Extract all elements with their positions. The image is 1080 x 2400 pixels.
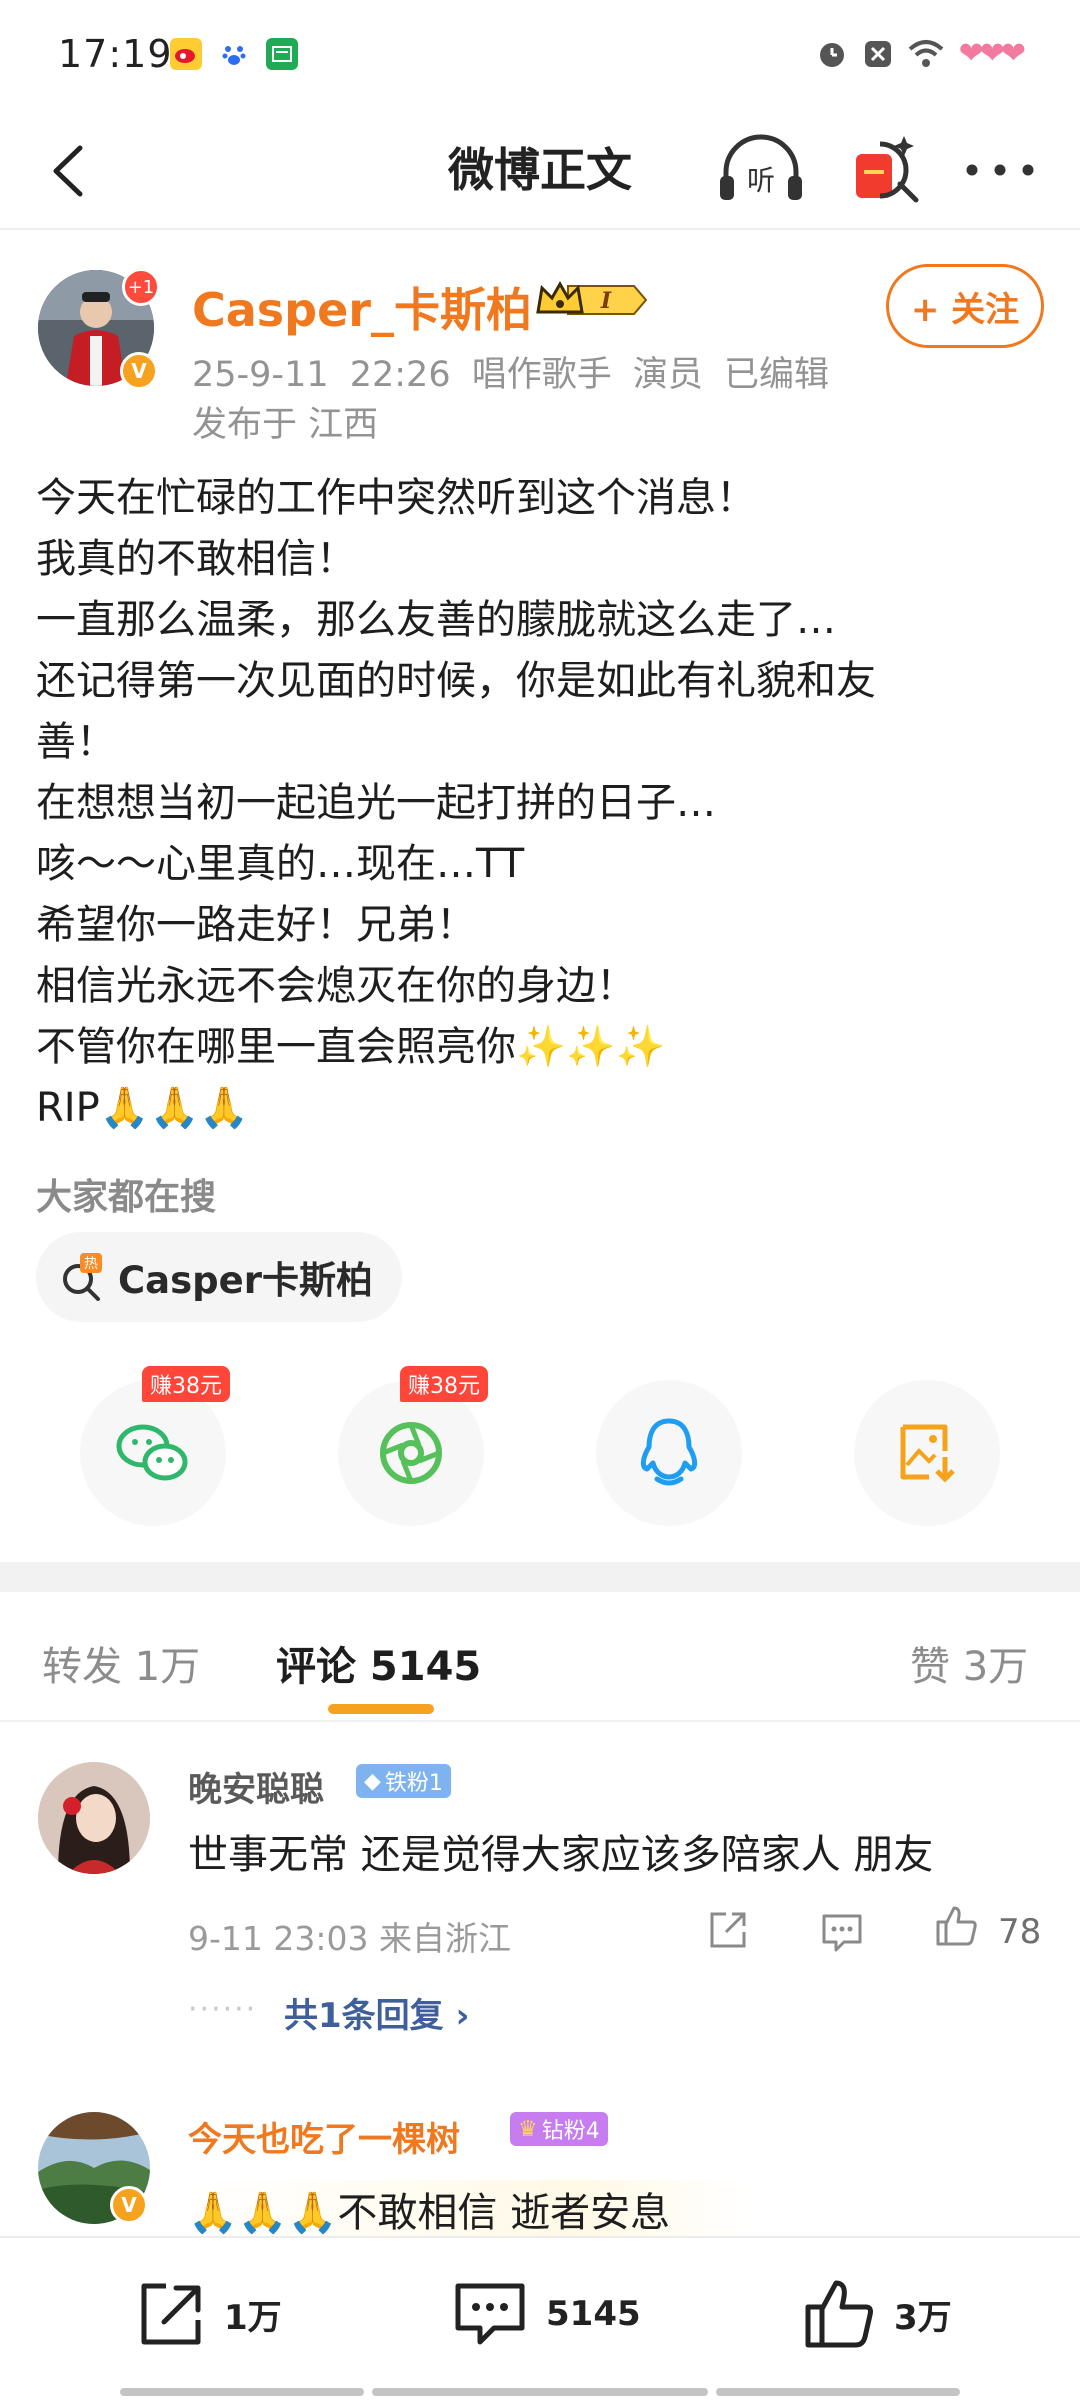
comment-like-icon[interactable] [932,1902,980,1950]
red-packet-icon[interactable] [846,126,926,212]
post-line: 希望你一路走好！兄弟！ [36,902,476,948]
status-time: 17:19 [58,32,173,76]
verified-badge: V [120,352,158,390]
fan-level-label: 铁粉1 [384,1771,443,1796]
comment-meta: 9-11 23:03 来自浙江 [188,1919,511,1958]
share-wechat-button[interactable]: 赚38元 [80,1366,230,1526]
vip-crown-badge[interactable]: I [534,278,650,322]
more-options-icon[interactable] [960,140,1040,200]
status-system-icons: ❤❤❤ [815,36,1026,71]
post-line: 咳～～心里真的…现在…TT [36,841,525,887]
trending-search-chip[interactable]: 热 Casper卡斯柏 [36,1232,402,1322]
post-line: 在想想当初一起追光一起打拼的日子… [36,780,716,826]
hot-mark: 热 [84,1256,98,1272]
gesture-bar-segment [716,2388,960,2396]
crown-icon: ♛ [518,2116,538,2142]
share-moments-button[interactable]: 赚38元 [338,1366,488,1526]
headphones-icon: 听 [720,134,802,200]
post-line: 一直那么温柔，那么友善的朦胧就这么走了… [36,597,836,643]
comment-text: 🙏🙏🙏不敢相信 逝者安息 [188,2180,751,2238]
gesture-bar-segment [372,2388,708,2396]
trending-search-label: Casper卡斯柏 [118,1259,373,1302]
share-qq-button[interactable] [596,1380,742,1526]
hot-search-icon: 热 [63,1253,102,1301]
post-location: 发布于 江西 [192,405,379,445]
reply-dots: ······ [188,1992,258,2027]
gesture-bar-segment [120,2388,364,2396]
fan-level-badge: ♛ 钻粉4 [510,2112,608,2146]
comment-avatar[interactable] [38,1762,150,1874]
dnd-icon [864,40,891,67]
moments-icon [380,1422,442,1484]
qq-icon [640,1418,698,1486]
alarm-icon [819,42,844,67]
post-line: 不管你在哪里一直会照亮你✨✨✨ [36,1024,666,1070]
share-bonus-badge: 赚38元 [400,1366,488,1402]
share-row: 赚38元 赚38元 [0,1366,1080,1530]
verified-badge: V [110,2186,148,2224]
comment-reply-icon[interactable] [818,1908,866,1956]
tab-reposts[interactable]: 转发 1万 [42,1634,200,1692]
wifi-icon [908,39,943,67]
post-line: 今天在忙碌的工作中突然听到这个消息！ [36,475,756,521]
follow-button[interactable]: + 关注 [886,264,1044,348]
bottom-action-bar: 1万 5145 3万 [0,2236,1080,2400]
post-line: 善！ [36,719,116,765]
post-line: 我真的不敢相信！ [36,536,356,582]
repost-icon [141,2283,201,2345]
diamond-icon: ◆ [364,1768,381,1794]
like-count: 3万 [894,2297,952,2338]
battery-hearts-icon: ❤❤❤ [958,36,1026,71]
interaction-tabs: 转发 1万 评论 5145 赞 3万 [0,1592,1080,1722]
post-meta: 25-9-11 22:26 唱作歌手 演员 已编辑 [192,355,829,395]
like-button[interactable]: 3万 [800,2274,952,2354]
nav-bar: 微博正文 听 [0,110,1080,230]
comment-text: 世事无常 还是觉得大家应该多陪家人 朋友 [188,1832,934,1878]
trending-search-title: 大家都在搜 [36,1177,217,1218]
news-notification-icon [266,38,298,70]
share-bonus-badge: 赚38元 [142,1366,230,1402]
view-replies-link[interactable]: 共1条回复 › [284,1988,470,2037]
comment-user-name[interactable]: 晚安聪聪 [188,1762,324,1811]
fan-level-badge: ◆ 铁粉1 [356,1764,451,1798]
save-image-icon [900,1424,955,1483]
fan-level-label: 钻粉4 [541,2119,600,2144]
active-tab-indicator [328,1704,434,1714]
listen-label: 听 [747,164,775,197]
section-divider [0,1562,1080,1592]
baidu-notification-icon [218,38,250,70]
author-name[interactable]: Casper_卡斯柏 [192,274,532,340]
post-line: 还记得第一次见面的时候，你是如此有礼貌和友 [36,658,876,704]
tab-likes[interactable]: 赞 3万 [910,1634,1028,1692]
comment-icon [455,2283,525,2345]
fans-plus-badge: +1 [122,268,160,306]
comment-button[interactable]: 5145 [450,2274,641,2354]
vip-level-label: I [600,288,612,314]
tab-comments[interactable]: 评论 5145 [276,1634,481,1692]
weibo-notification-icon [170,38,202,70]
comment-user-name[interactable]: 今天也吃了一棵树 [188,2112,460,2161]
comment-count: 5145 [546,2294,641,2334]
like-icon [805,2280,873,2348]
comment-repost-icon[interactable] [704,1906,752,1954]
status-bar: 17:19 ❤❤❤ [0,0,1080,110]
repost-button[interactable]: 1万 [132,2274,282,2354]
status-notification-icons [170,38,298,70]
save-image-button[interactable] [854,1380,1000,1526]
listen-button[interactable]: 听 [716,130,806,210]
wechat-icon [116,1424,188,1481]
post-line: RIP🙏🙏🙏 [36,1085,250,1131]
post-body: 今天在忙碌的工作中突然听到这个消息！ 我真的不敢相信！ 一直那么温柔，那么友善的… [36,468,1046,1139]
comment-like-count: 78 [998,1912,1042,1952]
repost-count: 1万 [224,2297,282,2338]
post-line: 相信光永远不会熄灭在你的身边！ [36,963,636,1009]
